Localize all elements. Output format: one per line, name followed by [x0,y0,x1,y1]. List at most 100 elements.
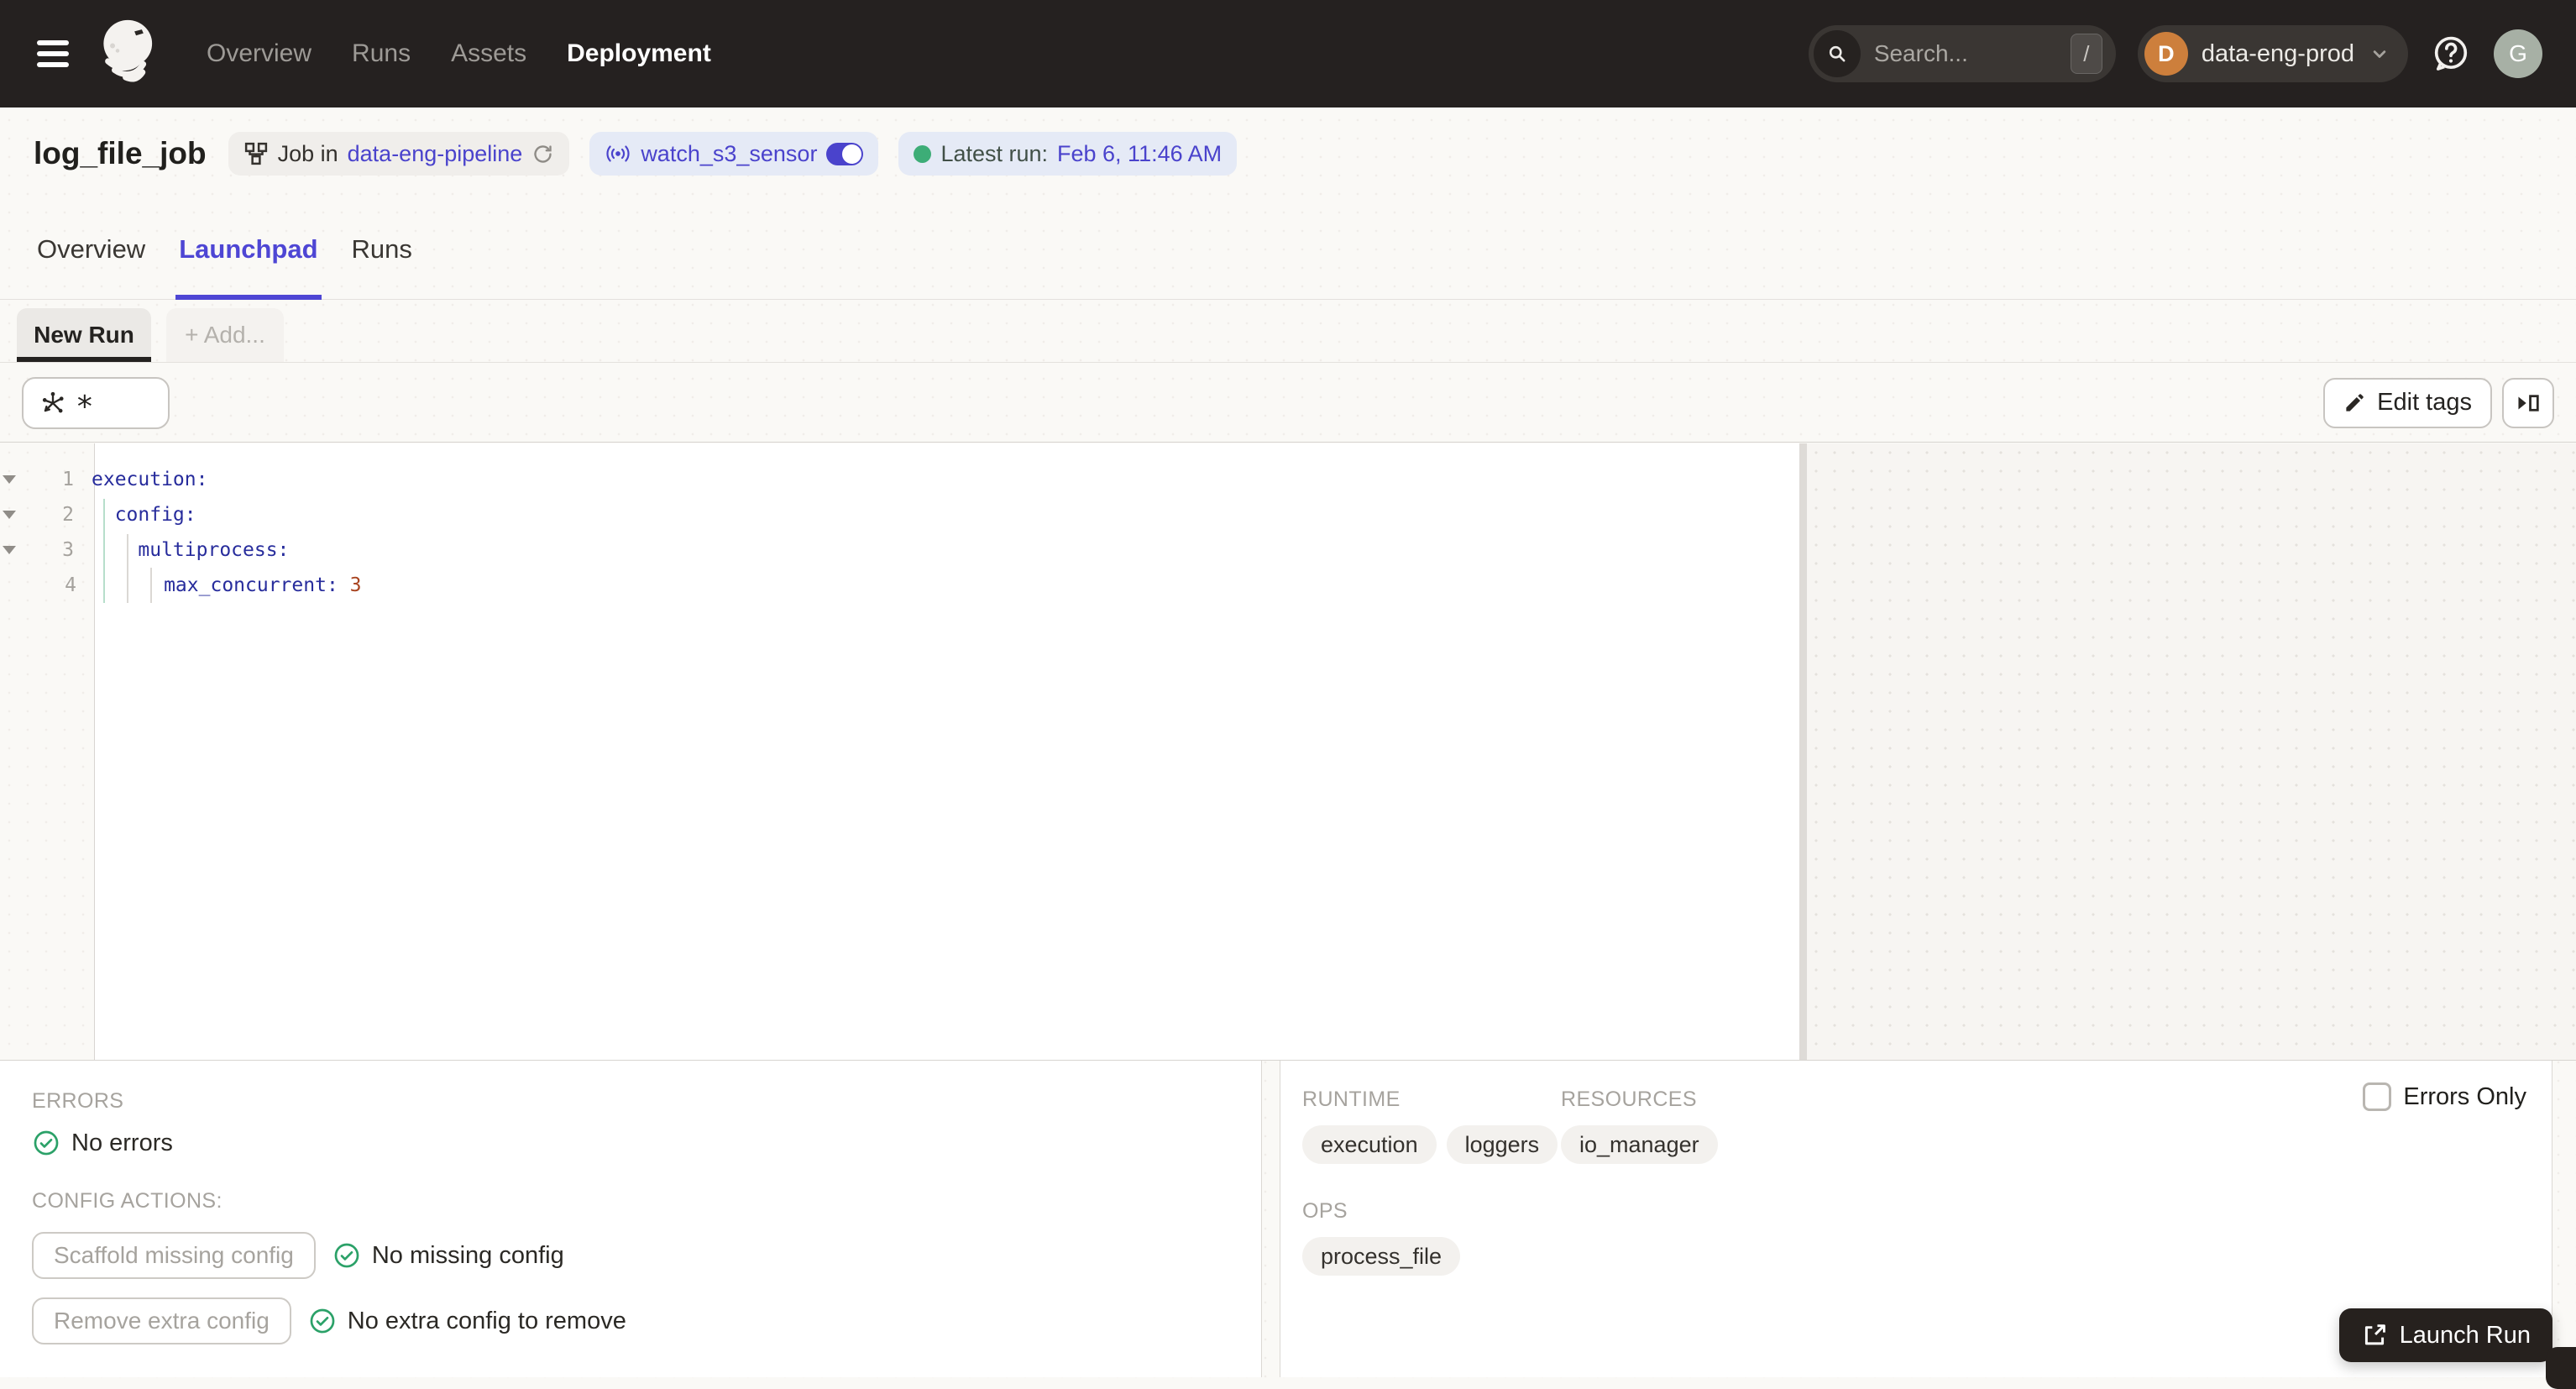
search-shortcut-key: / [2070,34,2102,74]
job-badge: Job in data-eng-pipeline [228,132,570,176]
nav-item-runs[interactable]: Runs [347,39,416,69]
workspace-avatar: D [2144,32,2188,76]
ops-chip-process-file[interactable]: process_file [1302,1237,1461,1276]
yaml-key: multiprocess: [92,539,290,561]
runtime-heading: RUNTIME [1302,1088,1401,1111]
launchpad-session-tabs: New Run + Add... [0,301,2576,363]
search-input[interactable] [1872,39,2059,68]
run-status-dot [914,144,932,163]
line-number: 4 [65,574,76,596]
op-selector-icon [39,389,67,417]
yaml-key: max_concurrent: [94,574,350,596]
resources-heading: RESOURCES [1561,1088,1697,1111]
nav-links: Overview Runs Assets Deployment [202,39,716,69]
yaml-value: 3 [349,574,362,596]
remove-status-text: No extra config to remove [347,1307,626,1334]
line-number: 2 [62,504,74,526]
yaml-key: execution: [92,469,208,490]
remove-extra-row: Remove extra config No extra config to r… [32,1297,1261,1344]
editor-panel-splitter[interactable] [1799,443,1807,1060]
session-tab-add[interactable]: + Add... [166,308,284,362]
code-line: 4 max_concurrent: 3 [0,568,1799,603]
workspace-name: data-eng-prod [2201,39,2354,67]
workspace-switcher[interactable]: D data-eng-prod [2137,25,2408,82]
errors-status-row: No errors [32,1129,1261,1157]
remove-extra-config-button[interactable]: Remove extra config [32,1297,291,1344]
partial-corner-element [2546,1347,2576,1389]
session-tab-new-run[interactable]: New Run [17,308,151,362]
sensor-icon [605,142,631,165]
chevron-down-icon [2368,42,2391,66]
sensor-badge: watch_s3_sensor [589,132,879,176]
nav-item-assets[interactable]: Assets [446,39,531,69]
page-header: log_file_job Job in data-eng-pipeline wa… [0,107,2576,200]
right-edge-gutter [2552,1061,2576,1377]
code-line: 1 execution: [0,462,1799,497]
errors-status-text: No errors [71,1129,173,1156]
expand-panel-icon [2516,391,2541,415]
latest-run-prefix: Latest run: [940,140,1049,166]
config-editor[interactable]: 1 execution: 2 config: 3 multiprocess: 4… [0,443,1799,1060]
errors-only-checkbox[interactable] [2363,1082,2392,1111]
code-rows: 1 execution: 2 config: 3 multiprocess: 4… [0,443,1799,603]
errors-only-control: Errors Only [2363,1082,2526,1111]
scaffold-row: Scaffold missing config No missing confi… [32,1232,1261,1279]
config-actions-heading: CONFIG ACTIONS: [32,1189,223,1213]
job-badge-prefix: Job in [277,140,338,166]
page-title: log_file_job [34,136,207,170]
latest-run-badge: Latest run: Feb 6, 11:46 AM [898,132,1238,176]
op-selector-value: * [76,389,94,424]
tab-overview[interactable]: Overview [34,200,149,299]
latest-run-link[interactable]: Feb 6, 11:46 AM [1057,141,1222,167]
yaml-key: config: [92,504,196,526]
scaffold-status-text: No missing config [371,1241,564,1269]
tab-launchpad[interactable]: Launchpad [175,200,322,300]
errors-only-label: Errors Only [2403,1082,2526,1110]
pencil-icon [2343,391,2366,414]
edit-tags-label: Edit tags [2377,389,2472,416]
dagster-launchpad-page: { "topnav": { "menu": [ {"label": "Overv… [0,0,2576,1389]
launch-icon [2361,1322,2388,1349]
edit-tags-button[interactable]: Edit tags [2323,377,2492,428]
help-icon[interactable] [2430,33,2472,75]
job-tabs: Overview Launchpad Runs [0,200,2576,300]
nav-item-overview[interactable]: Overview [202,39,317,69]
search-icon [1813,30,1861,77]
menu-hamburger-icon[interactable] [34,37,72,71]
launch-run-button[interactable]: Launch Run [2338,1308,2552,1362]
code-line: 3 multiprocess: [0,532,1799,568]
top-nav: Overview Runs Assets Deployment / D data… [0,0,2576,107]
runtime-chip-execution[interactable]: execution [1302,1125,1437,1164]
toggle-right-panel-button[interactable] [2502,377,2554,428]
search-box[interactable]: / [1808,25,2116,82]
runtime-chip-loggers[interactable]: loggers [1446,1125,1558,1164]
check-circle-icon [32,1129,60,1157]
tab-runs[interactable]: Runs [348,200,416,299]
config-schema-panel [1807,443,2576,1060]
dagster-logo [94,13,165,94]
fold-arrow-icon[interactable] [0,474,20,485]
errors-section: ERRORS No errors CONFIG ACTIONS: Scaffol… [0,1061,1261,1377]
resources-chip-io-manager[interactable]: io_manager [1561,1125,1718,1164]
nav-item-deployment[interactable]: Deployment [562,39,716,69]
ops-heading: OPS [1302,1199,1348,1223]
launch-run-label: Launch Run [2399,1321,2531,1349]
check-circle-icon [308,1307,337,1335]
launchpad-main: 1 execution: 2 config: 3 multiprocess: 4… [0,443,2576,1060]
repo-link[interactable]: data-eng-pipeline [348,141,523,167]
sensor-toggle[interactable] [826,142,864,165]
launchpad-toolbar: * Edit tags [0,364,2576,443]
code-line: 2 config: [0,497,1799,532]
user-avatar[interactable]: G [2494,29,2542,78]
sensor-link[interactable]: watch_s3_sensor [641,141,817,167]
reload-icon[interactable] [531,143,554,165]
scaffold-missing-config-button[interactable]: Scaffold missing config [32,1232,316,1279]
fold-arrow-icon[interactable] [0,545,20,555]
line-number: 3 [62,539,74,561]
fold-arrow-icon[interactable] [0,510,20,520]
bottom-panel: ERRORS No errors CONFIG ACTIONS: Scaffol… [0,1060,2576,1377]
line-number: 1 [62,469,74,490]
check-circle-icon [332,1241,361,1270]
op-selector-input[interactable]: * [22,376,170,429]
bottom-panel-splitter[interactable] [1261,1061,1280,1377]
